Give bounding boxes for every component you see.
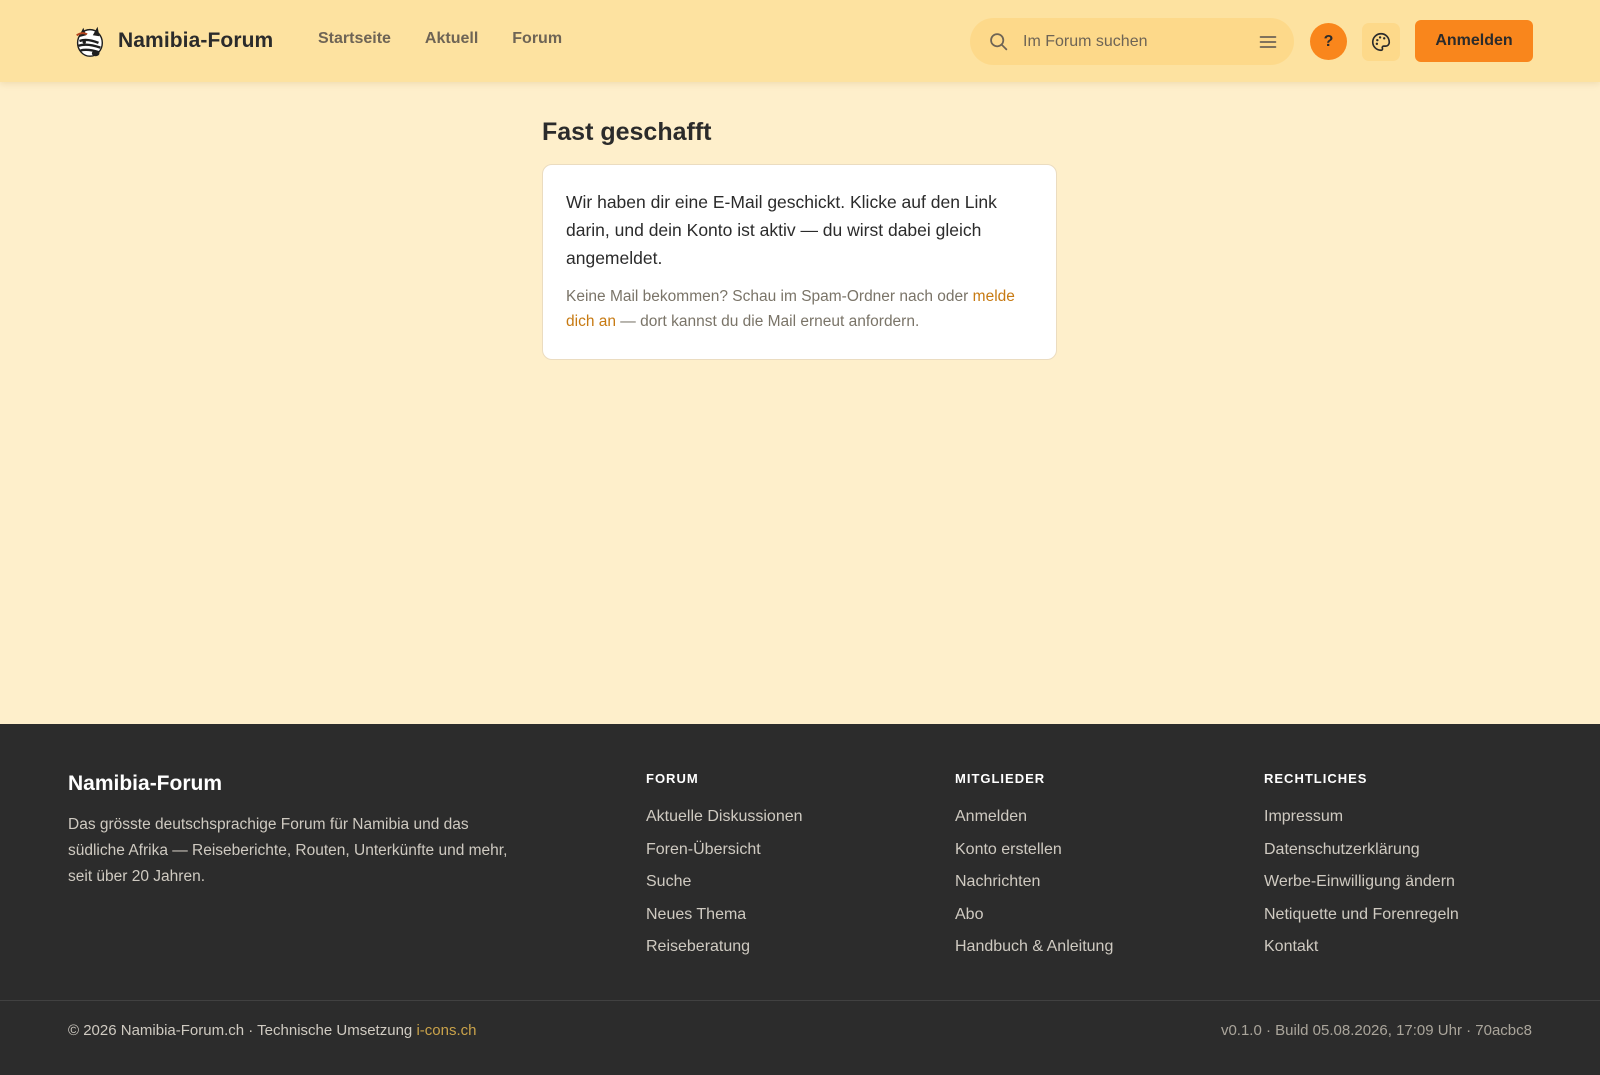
footer-column-rechtliches: RECHTLICHES Impressum Datenschutzerkläru… bbox=[1264, 771, 1459, 964]
nav-item-startseite[interactable]: Startseite bbox=[318, 30, 391, 48]
nav-item-forum[interactable]: Forum bbox=[512, 30, 562, 48]
footer-link[interactable]: Kontakt bbox=[1264, 931, 1459, 964]
spam-hint: Keine Mail bekommen? Schau im Spam-Ordne… bbox=[566, 284, 1033, 334]
search-input[interactable] bbox=[1023, 18, 1243, 65]
footer-copyright: © 2026 Namibia-Forum.ch · Technische Ums… bbox=[68, 1022, 476, 1039]
footer-link[interactable]: Anmelden bbox=[955, 801, 1113, 834]
confirmation-card: Wir haben dir eine E-Mail geschickt. Kli… bbox=[542, 164, 1057, 360]
theme-button[interactable] bbox=[1362, 23, 1400, 61]
agency-link[interactable]: i-cons.ch bbox=[416, 1022, 476, 1039]
login-button[interactable]: Anmelden bbox=[1415, 20, 1533, 62]
copyright-text: © 2026 Namibia-Forum.ch · Technische Ums… bbox=[68, 1022, 413, 1039]
footer-link[interactable]: Reiseberatung bbox=[646, 931, 803, 964]
footer-brand-name: Namibia-Forum bbox=[68, 772, 223, 795]
footer-divider bbox=[0, 1000, 1600, 1001]
footer-column-mitglieder: MITGLIEDER Anmelden Konto erstellen Nach… bbox=[955, 771, 1113, 964]
hint-suffix: — dort kannst du die Mail erneut anforde… bbox=[620, 313, 920, 330]
filter-menu-icon[interactable] bbox=[1258, 32, 1278, 52]
main-content: Fast geschafft Wir haben dir eine E-Mail… bbox=[542, 118, 1057, 360]
footer-link[interactable]: Impressum bbox=[1264, 801, 1459, 834]
footer-link[interactable]: Aktuelle Diskussionen bbox=[646, 801, 803, 834]
footer-link[interactable]: Foren-Übersicht bbox=[646, 834, 803, 867]
palette-icon bbox=[1372, 32, 1391, 52]
footer-link[interactable]: Datenschutzerklärung bbox=[1264, 834, 1459, 867]
search-bar bbox=[970, 18, 1294, 65]
zebra-logo-icon bbox=[76, 26, 104, 57]
footer-column-title: FORUM bbox=[646, 771, 699, 786]
footer-link[interactable]: Suche bbox=[646, 866, 803, 899]
footer-link[interactable]: Neues Thema bbox=[646, 899, 803, 932]
footer-link[interactable]: Konto erstellen bbox=[955, 834, 1113, 867]
footer-link[interactable]: Nachrichten bbox=[955, 866, 1113, 899]
site-header: Namibia-Forum Startseite Aktuell Forum ?… bbox=[0, 0, 1600, 82]
footer-column-title: RECHTLICHES bbox=[1264, 771, 1368, 786]
brand-link[interactable]: Namibia-Forum bbox=[70, 22, 273, 60]
footer-link[interactable]: Handbuch & Anleitung bbox=[955, 931, 1113, 964]
build-info: v0.1.0 · Build 05.08.2026, 17:09 Uhr · 7… bbox=[1220, 1022, 1532, 1039]
footer-column-title: MITGLIEDER bbox=[955, 771, 1046, 786]
footer-link[interactable]: Werbe-Einwilligung ändern bbox=[1264, 866, 1459, 899]
search-icon bbox=[990, 33, 1008, 51]
footer-column-forum: FORUM Aktuelle Diskussionen Foren-Übersi… bbox=[646, 771, 803, 964]
nav-item-aktuell[interactable]: Aktuell bbox=[425, 30, 478, 48]
hint-prefix: Keine Mail bekommen? Schau im Spam-Ordne… bbox=[566, 288, 969, 305]
main-nav: Startseite Aktuell Forum bbox=[318, 30, 562, 48]
brand-name: Namibia-Forum bbox=[118, 29, 274, 52]
footer-link[interactable]: Abo bbox=[955, 899, 1113, 932]
site-footer: Namibia-Forum Das grösste deutschsprachi… bbox=[0, 724, 1600, 1075]
help-button[interactable]: ? bbox=[1310, 23, 1347, 60]
page-title: Fast geschafft bbox=[542, 118, 712, 146]
confirmation-message: Wir haben dir eine E-Mail geschickt. Kli… bbox=[566, 192, 997, 268]
footer-description: Das grösste deutschsprachige Forum für N… bbox=[68, 816, 508, 885]
footer-link[interactable]: Netiquette und Forenregeln bbox=[1264, 899, 1459, 932]
